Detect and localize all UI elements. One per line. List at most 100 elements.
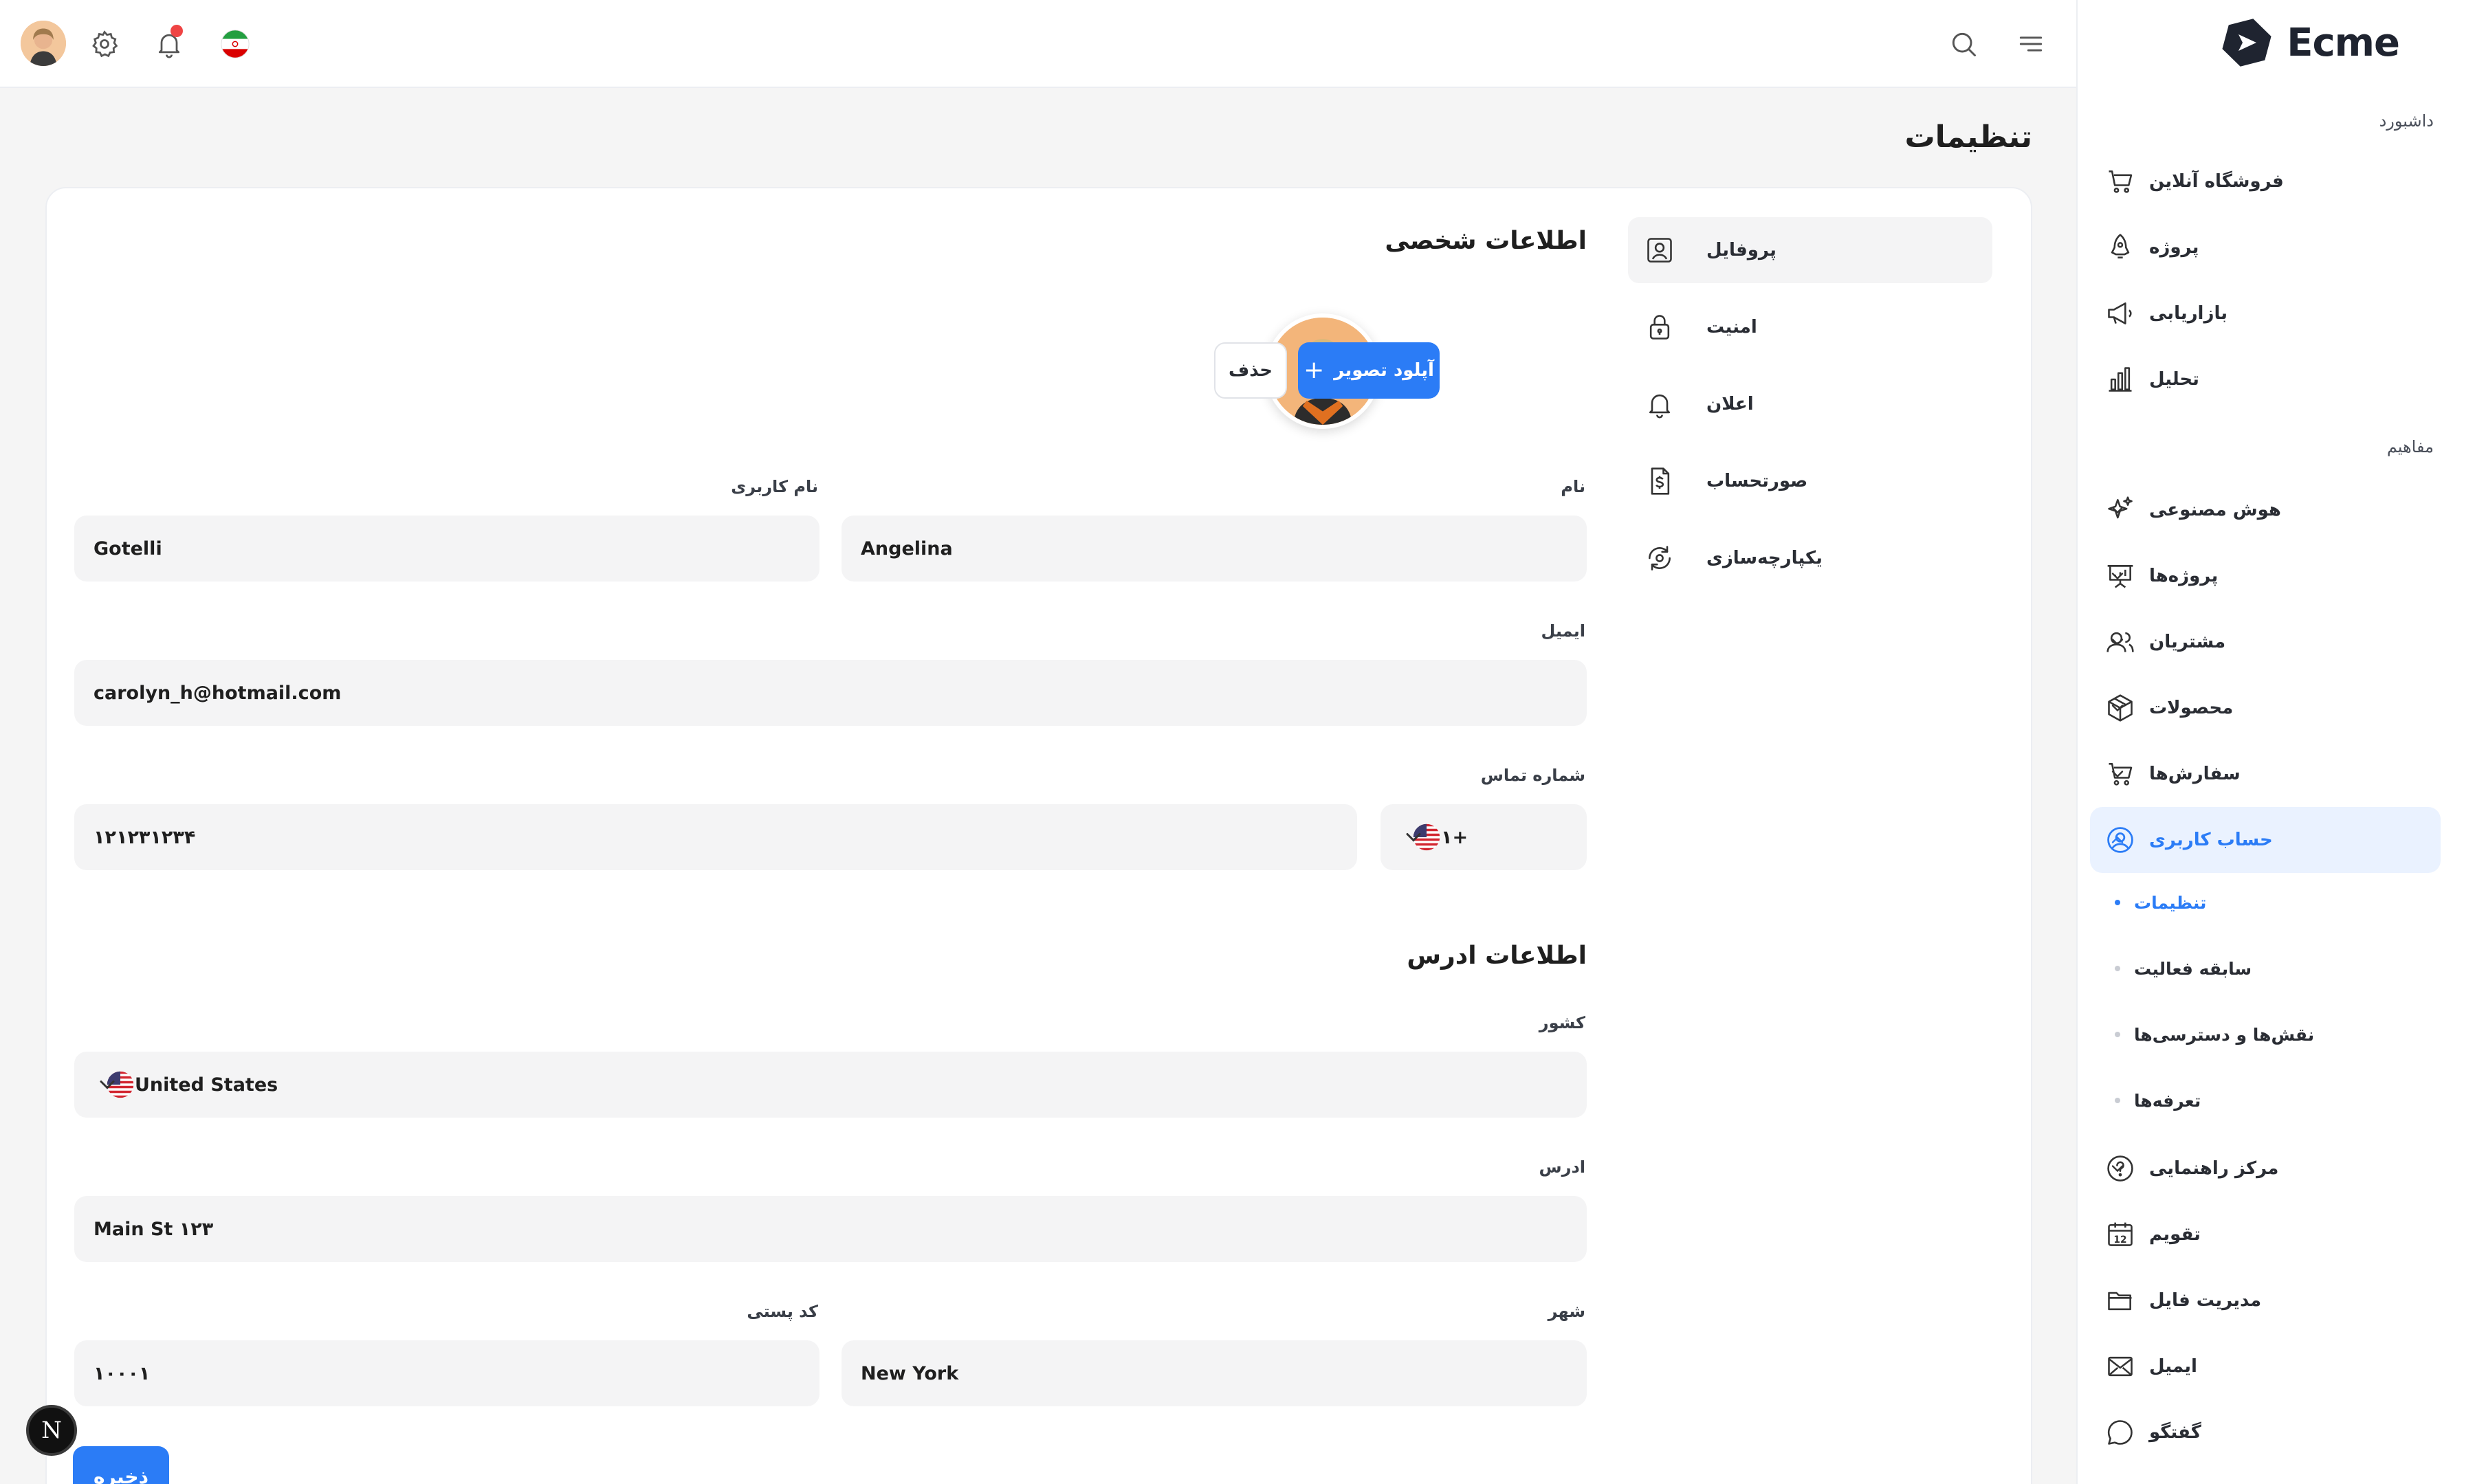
email-label: ایمیل	[1541, 621, 1585, 641]
sidebar-item-account[interactable]: حساب کاربری	[2090, 807, 2441, 873]
sidebar: Ecme داشبورد فروشگاه آنلاین پروژه بازاری…	[2076, 0, 2475, 1484]
tab-integrations[interactable]: یکپارچه‌سازی	[1628, 525, 1992, 591]
calendar-day-text: 12	[2113, 1234, 2126, 1245]
cart-icon	[2104, 165, 2137, 198]
notifications-button[interactable]	[148, 23, 190, 65]
iran-flag-icon	[221, 30, 250, 58]
sidebar-item-label: فروشگاه آنلاین	[2149, 171, 2284, 192]
bar-chart-icon	[2104, 363, 2137, 396]
country-code-select[interactable]: +۱	[1380, 804, 1587, 870]
first-name-field[interactable]: Angelina	[842, 516, 1587, 582]
first-name-value: Angelina	[861, 538, 953, 560]
sidebar-subitem-label: سابقه فعالیت	[2134, 958, 2252, 979]
chevron-down-icon	[2104, 562, 2131, 590]
sidebar-item-online-store[interactable]: فروشگاه آنلاین	[2090, 148, 2441, 214]
user-square-icon	[1643, 234, 1676, 267]
city-field[interactable]: New York	[842, 1340, 1587, 1406]
phone-label: شماره تماس	[1480, 766, 1585, 785]
chevron-down-icon	[2104, 760, 2131, 788]
chevron-up-icon	[2104, 826, 2131, 854]
search-icon	[1952, 32, 1976, 56]
sidebar-item-label: مرکز راهنمایی	[2149, 1158, 2279, 1179]
tab-label: صورتحساب	[1706, 471, 1808, 491]
phone-number-field[interactable]: ۱۲۱۲۳۱۲۳۴	[74, 804, 1357, 870]
sidebar-item-label: ایمیل	[2149, 1356, 2197, 1377]
brand-name: Ecme	[2287, 20, 2400, 65]
sidebar-subitem-label: نقش‌ها و دسترسی‌ها	[2134, 1024, 2315, 1045]
search-button[interactable]	[1943, 23, 1984, 65]
sidebar-item-ai[interactable]: هوش مصنوعی	[2090, 477, 2441, 543]
dev-tools-badge[interactable]: N	[26, 1405, 77, 1456]
sidebar-item-orders[interactable]: سفارش‌ها	[2090, 741, 2441, 807]
brand[interactable]: Ecme	[2219, 15, 2400, 70]
save-button[interactable]: ذخیره	[73, 1446, 169, 1484]
page-title: تنظیمات	[1904, 120, 2032, 155]
chevron-down-icon	[2104, 694, 2131, 722]
rocket-icon	[2104, 231, 2137, 264]
tab-billing[interactable]: صورتحساب	[1628, 448, 1992, 514]
sidebar-item-calendar[interactable]: 12 تقویم	[2090, 1201, 2441, 1267]
country-select[interactable]: United States	[74, 1052, 1587, 1118]
chevron-down-icon	[2104, 1155, 2131, 1182]
folder-icon	[2104, 1284, 2137, 1317]
sidebar-item-help-center[interactable]: مرکز راهنمایی	[2090, 1136, 2441, 1201]
postal-code-value: ۱۰۰۰۱	[94, 1362, 151, 1384]
postal-code-label: کد پستی	[747, 1302, 818, 1321]
lock-icon	[1643, 311, 1676, 344]
sidebar-subitem-label: تعرفه‌ها	[2134, 1090, 2201, 1111]
invoice-dollar-icon	[1643, 465, 1676, 498]
delete-image-button[interactable]: حذف	[1214, 342, 1287, 399]
first-name-label: نام	[1561, 477, 1585, 496]
brand-logo-icon	[2219, 15, 2274, 70]
menu-icon	[2019, 36, 2043, 52]
sidebar-item-analytics[interactable]: تحلیل	[2090, 346, 2441, 412]
sidebar-item-customers[interactable]: مشتریان	[2090, 609, 2441, 675]
top-header	[0, 0, 2076, 88]
mail-icon	[2104, 1350, 2137, 1383]
user-avatar[interactable]	[21, 21, 66, 66]
plus-icon: +	[1304, 356, 1325, 384]
sidebar-item-project[interactable]: پروژه	[2090, 214, 2441, 280]
bullet-dot	[2115, 900, 2120, 905]
language-button[interactable]	[214, 23, 256, 65]
sidebar-section-concepts: مفاهیم	[2386, 437, 2434, 456]
phone-number-value: ۱۲۱۲۳۱۲۳۴	[94, 826, 196, 848]
sidebar-item-file-manager[interactable]: مدیریت فایل	[2090, 1267, 2441, 1333]
postal-code-field[interactable]: ۱۰۰۰۱	[74, 1340, 820, 1406]
sidebar-item-label: محصولات	[2149, 698, 2234, 718]
sidebar-item-label: تقویم	[2149, 1224, 2201, 1245]
username-field[interactable]: Gotelli	[74, 516, 820, 582]
sidebar-subitem-activity-log[interactable]: سابقه فعالیت	[2090, 944, 2434, 993]
tab-label: یکپارچه‌سازی	[1706, 548, 1823, 568]
sidebar-subitem-roles-permissions[interactable]: نقش‌ها و دسترسی‌ها	[2090, 1010, 2434, 1059]
sidebar-item-label: بازاریابی	[2149, 303, 2228, 324]
sidebar-subitem-pricing[interactable]: تعرفه‌ها	[2090, 1076, 2434, 1125]
sidebar-item-label: مشتریان	[2149, 632, 2226, 652]
sidebar-item-email[interactable]: ایمیل	[2090, 1333, 2441, 1399]
address-label: ادرس	[1539, 1158, 1585, 1177]
upload-image-button[interactable]: + آپلود تصویر	[1298, 342, 1440, 399]
sidebar-item-projects[interactable]: پروژه‌ها	[2090, 543, 2441, 609]
sidebar-subitem-settings[interactable]: تنظیمات	[2090, 878, 2434, 927]
sidebar-item-label: پروژه‌ها	[2149, 566, 2219, 586]
sidebar-item-marketing[interactable]: بازاریابی	[2090, 280, 2441, 346]
tab-label: امنیت	[1706, 317, 1757, 337]
address-value: ۱۲۳ Main St	[94, 1218, 214, 1240]
sidebar-item-chat[interactable]: گفتگو	[2090, 1399, 2441, 1465]
username-label: نام کاربری	[731, 477, 818, 496]
email-field[interactable]: carolyn_h@hotmail.com	[74, 660, 1587, 726]
address-info-title: اطلاعات ادرس	[1407, 942, 1587, 970]
tab-profile[interactable]: پروفایل	[1628, 217, 1992, 283]
tab-notifications[interactable]: اعلان	[1628, 371, 1992, 437]
tab-security[interactable]: امنیت	[1628, 294, 1992, 360]
sidebar-item-label: پروژه	[2149, 237, 2199, 258]
megaphone-icon	[2104, 297, 2137, 330]
sidebar-item-products[interactable]: محصولات	[2090, 675, 2441, 741]
dial-code-value: +۱	[1441, 826, 1468, 848]
calendar-icon: 12	[2104, 1218, 2137, 1251]
settings-button[interactable]	[84, 23, 125, 65]
menu-toggle-button[interactable]	[2010, 23, 2052, 65]
address-field[interactable]: ۱۲۳ Main St	[74, 1196, 1587, 1262]
bullet-dot	[2115, 966, 2120, 971]
bell-icon	[1643, 388, 1676, 421]
